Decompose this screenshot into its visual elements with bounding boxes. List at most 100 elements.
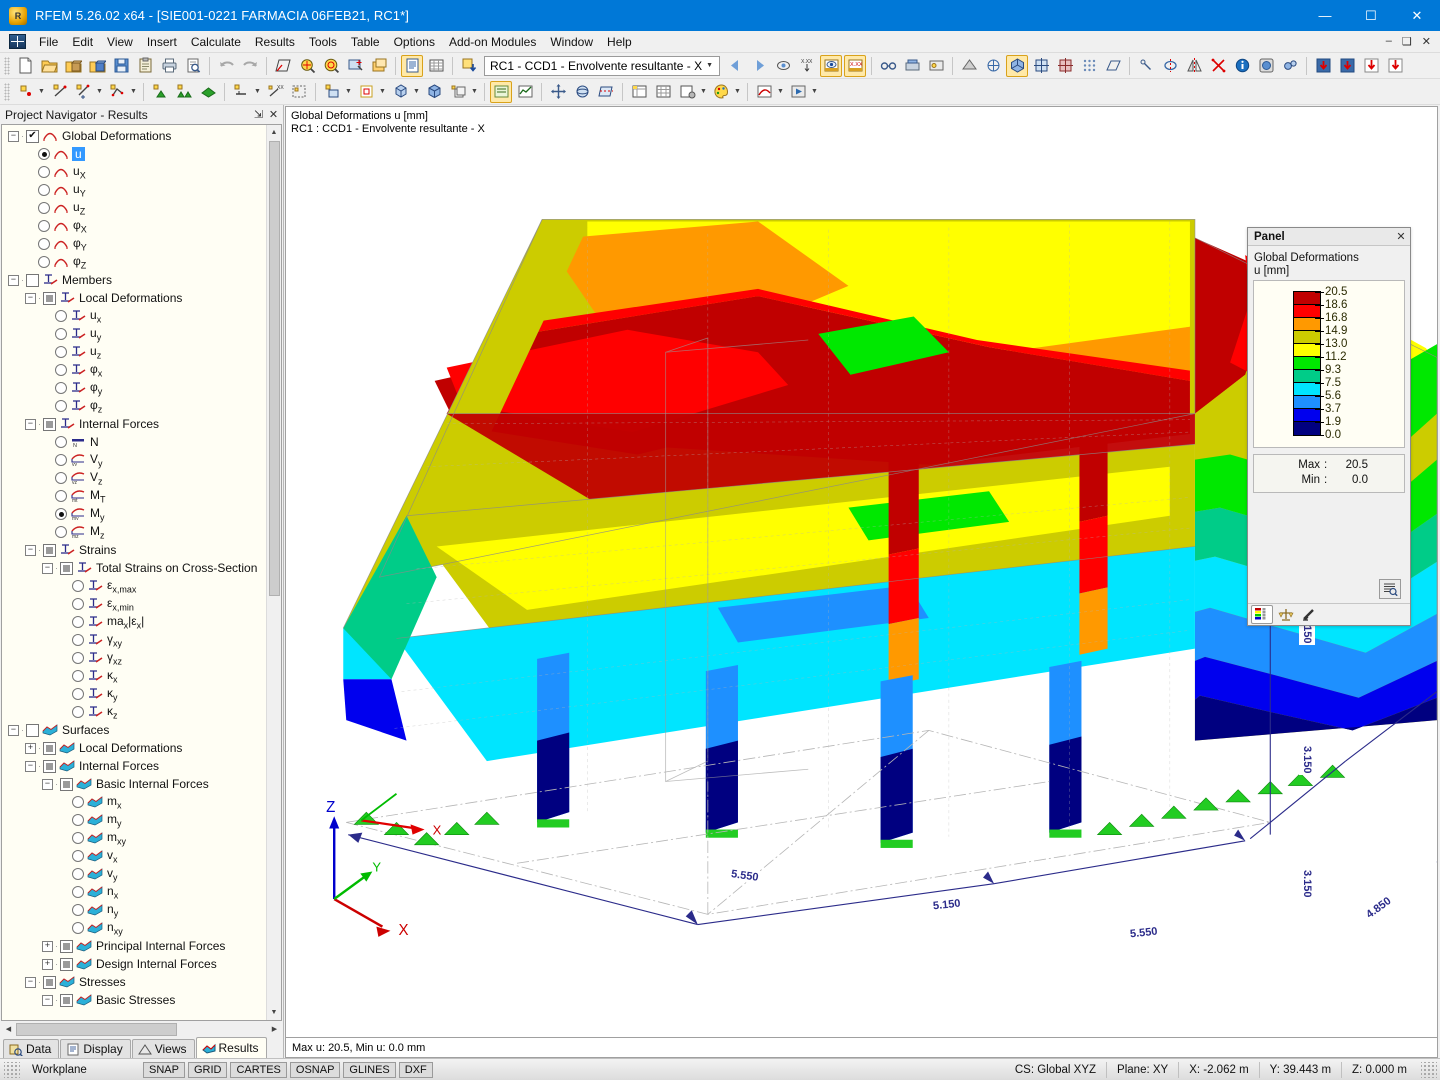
tree-item-my[interactable]: my	[2, 811, 266, 829]
zoom-window-icon[interactable]	[296, 55, 318, 77]
checkbox-partial[interactable]	[60, 958, 73, 971]
load-down2-icon[interactable]	[1336, 55, 1358, 77]
new-surface-icon[interactable]	[321, 81, 343, 103]
checkbox-partial[interactable]	[43, 742, 56, 755]
radio-button[interactable]	[72, 616, 84, 628]
radio-button[interactable]	[72, 796, 84, 808]
panel-close-icon[interactable]: ✕	[1394, 230, 1408, 244]
support-load-icon[interactable]	[1360, 55, 1382, 77]
zoom-all-icon[interactable]	[320, 55, 342, 77]
new-line-icon[interactable]	[48, 81, 70, 103]
expand-icon[interactable]: +	[25, 743, 36, 754]
radio-button[interactable]	[72, 814, 84, 826]
rotate-icon[interactable]	[1159, 55, 1181, 77]
model-viewport[interactable]: Global Deformations u [mm] RC1 : CCD1 - …	[285, 106, 1438, 1038]
tree-item-surfaces[interactable]: −··Surfaces	[2, 721, 266, 739]
results-panel[interactable]: Panel ✕ Global Deformations u [mm] 20.51…	[1247, 227, 1411, 626]
deform-display-icon[interactable]	[753, 81, 775, 103]
results-tree[interactable]: −··✔Global DeformationsuuXuYuZφXφYφZ−··M…	[2, 125, 266, 1020]
toggle-snap[interactable]: SNAP	[143, 1062, 185, 1078]
menu-tools[interactable]: Tools	[302, 32, 344, 52]
panel-tab-view[interactable]	[1299, 605, 1321, 624]
previous-case-icon[interactable]	[724, 55, 746, 77]
radio-button[interactable]	[72, 634, 84, 646]
tab-display[interactable]: Display	[60, 1039, 130, 1058]
radio-button[interactable]	[38, 220, 50, 232]
menu-view[interactable]: View	[100, 32, 140, 52]
tree-item-x[interactable]: κx	[2, 667, 266, 685]
checkbox-unchecked[interactable]	[26, 274, 39, 287]
info-icon[interactable]	[1231, 55, 1253, 77]
toggle-glines[interactable]: GLINES	[343, 1062, 395, 1078]
open-model-icon[interactable]	[86, 55, 108, 77]
tree-item-y[interactable]: κy	[2, 685, 266, 703]
checkbox-checked[interactable]: ✔	[26, 130, 39, 143]
render-shading-icon[interactable]	[958, 55, 980, 77]
checkbox-partial[interactable]	[43, 760, 56, 773]
menu-file[interactable]: File	[32, 32, 65, 52]
collapse-icon[interactable]: −	[8, 725, 19, 736]
result-view-icon[interactable]	[772, 55, 794, 77]
collapse-icon[interactable]: −	[8, 131, 19, 142]
radio-button[interactable]	[55, 436, 67, 448]
tab-views[interactable]: Views	[132, 1039, 195, 1058]
loads-display-icon[interactable]	[490, 81, 512, 103]
display-props-icon[interactable]	[925, 55, 947, 77]
scroll-down-icon[interactable]: ▼	[267, 1005, 282, 1020]
radio-button[interactable]	[72, 868, 84, 880]
panel-detail-search-icon[interactable]	[1379, 579, 1401, 599]
checkbox-partial[interactable]	[43, 976, 56, 989]
tree-item-mt[interactable]: mtMT	[2, 487, 266, 505]
checkbox-partial[interactable]	[43, 292, 56, 305]
table-dropdown-icon[interactable]: ▼	[699, 81, 708, 103]
solid-dropdown-icon[interactable]: ▼	[412, 81, 421, 103]
tree-item-ux[interactable]: uX	[2, 163, 266, 181]
checkbox-partial[interactable]	[43, 418, 56, 431]
scroll-right-icon[interactable]: ▶	[267, 1022, 282, 1037]
toolbar-grip-2[interactable]	[4, 83, 10, 101]
select-area-icon[interactable]	[272, 55, 294, 77]
line-support-icon[interactable]	[173, 81, 195, 103]
hscroll-track[interactable]	[16, 1023, 267, 1036]
member-dropdown-icon[interactable]: ▼	[95, 81, 104, 103]
open-file-icon[interactable]	[38, 55, 60, 77]
result-values-icon[interactable]: X.XX	[796, 55, 818, 77]
import-icon[interactable]	[458, 55, 480, 77]
radio-button[interactable]	[72, 922, 84, 934]
load-case-combo[interactable]: RC1 - CCD1 - Envolvente resultante - X ▼	[484, 56, 720, 76]
scroll-left-icon[interactable]: ◀	[1, 1022, 16, 1037]
copy-dropdown-icon[interactable]: ▼	[470, 81, 479, 103]
tree-item-y[interactable]: φy	[2, 379, 266, 397]
menu-insert[interactable]: Insert	[140, 32, 184, 52]
radio-button[interactable]	[55, 346, 67, 358]
radio-button[interactable]	[55, 328, 67, 340]
hscroll-thumb[interactable]	[16, 1023, 177, 1036]
deform-dropdown-icon[interactable]: ▼	[776, 81, 785, 103]
nodal-load-icon[interactable]	[230, 81, 252, 103]
next-case-icon[interactable]	[748, 55, 770, 77]
maximize-button[interactable]: ☐	[1348, 0, 1394, 31]
tree-item-uz[interactable]: uZ	[2, 199, 266, 217]
radio-button[interactable]	[72, 670, 84, 682]
selection-window-icon[interactable]	[288, 81, 310, 103]
minimize-button[interactable]: —	[1302, 0, 1348, 31]
collapse-icon[interactable]: −	[42, 995, 53, 1006]
tree-item-nxy[interactable]: nxy	[2, 919, 266, 937]
radio-button[interactable]	[72, 652, 84, 664]
checkbox-partial[interactable]	[60, 994, 73, 1007]
tree-item-vz[interactable]: vzVz	[2, 469, 266, 487]
opening-icon[interactable]	[355, 81, 377, 103]
expand-icon[interactable]: +	[42, 959, 53, 970]
toggle-osnap[interactable]: OSNAP	[290, 1062, 341, 1078]
show-result-values-icon[interactable]: X.XX	[844, 55, 866, 77]
palette-dropdown-icon[interactable]: ▼	[733, 81, 742, 103]
show-grid-table-icon[interactable]	[425, 55, 447, 77]
radio-button[interactable]	[55, 490, 67, 502]
radio-button[interactable]	[72, 580, 84, 592]
scroll-up-icon[interactable]: ▲	[267, 125, 282, 140]
radio-button[interactable]	[55, 526, 67, 538]
mdi-close-button[interactable]: ✕	[1418, 35, 1435, 48]
tree-item-z[interactable]: κz	[2, 703, 266, 721]
tree-item-vx[interactable]: vx	[2, 847, 266, 865]
grid-points-icon[interactable]	[1078, 55, 1100, 77]
